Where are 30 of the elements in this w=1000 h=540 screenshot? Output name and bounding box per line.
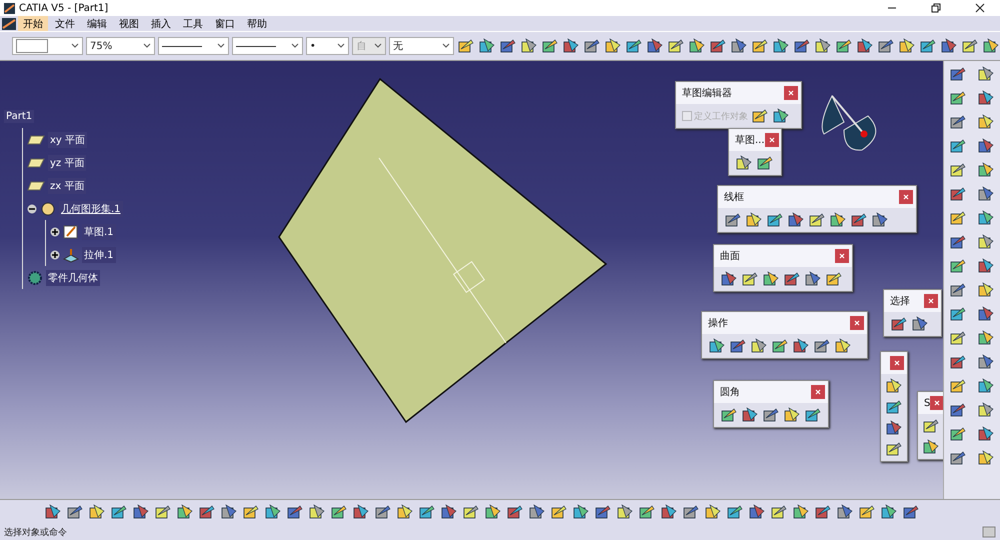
dropdown-field[interactable]: •	[306, 37, 350, 55]
window-title: CATIA V5 - [Part1]	[19, 2, 110, 14]
toolbar-title: 草图...	[735, 134, 765, 147]
menu-item[interactable]: 工具	[178, 16, 208, 32]
tree-item[interactable]: xy 平面	[48, 132, 88, 148]
menu-item[interactable]: 帮助	[242, 16, 272, 32]
dropdown-field[interactable]: 无	[388, 37, 454, 55]
status-text: 选择对象或命令	[4, 526, 67, 538]
menu-item[interactable]: 文件	[50, 16, 80, 32]
menu-item[interactable]: 窗口	[210, 16, 240, 32]
checkbox-label: 定义工作对象	[694, 110, 748, 122]
tree-item[interactable]: 几何图形集.1	[59, 200, 123, 216]
tree-item[interactable]: 草图.1	[82, 224, 116, 240]
menu-item[interactable]: 插入	[146, 16, 176, 32]
tree-item[interactable]: zx 平面	[48, 178, 86, 194]
tree-item[interactable]: Part1	[4, 110, 34, 123]
tree-item[interactable]: yz 平面	[48, 154, 86, 170]
toolbar-title: 圆角	[720, 386, 740, 399]
menu-item[interactable]: 开始	[18, 16, 48, 32]
toolbar-title: 选择	[890, 294, 910, 308]
toolbar-title: 草图编辑器	[682, 86, 732, 100]
tree-item[interactable]: 拉伸.1	[82, 246, 116, 262]
menu-item[interactable]: 视图	[114, 16, 144, 32]
dropdown-field[interactable]: 75%	[86, 37, 155, 55]
toolbar-title: S	[924, 398, 930, 408]
toolbar-title: 曲面	[720, 250, 740, 263]
toolbar-title: 操作	[708, 317, 728, 330]
toolbar-title: 线框	[724, 190, 744, 204]
menu-item[interactable]: 编辑	[82, 16, 112, 32]
tree-item[interactable]: 零件几何体	[46, 270, 100, 286]
